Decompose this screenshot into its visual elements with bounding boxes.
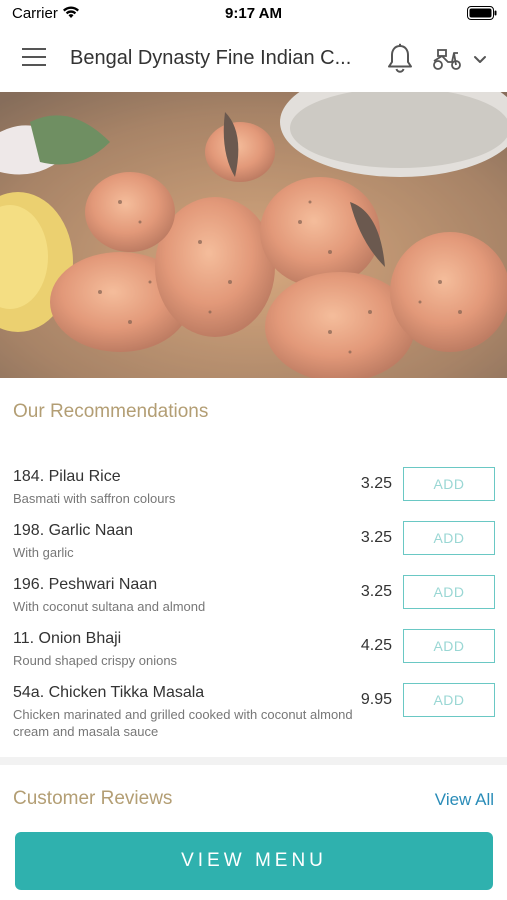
recommendations-list: 184. Pilau Rice Basmati with saffron col… [0,462,507,739]
item-name: 11. Onion Bhaji [13,630,122,647]
item-price: 4.25 [360,637,392,654]
app-screen: Carrier 9:17 AM Bengal Dynasty Fine Indi… [0,0,507,900]
battery-icon [467,6,497,25]
app-header: Bengal Dynasty Fine Indian C... [0,28,507,92]
item-name: 54a. Chicken Tikka Masala [13,684,205,701]
view-all-reviews-link[interactable]: View All [435,790,494,810]
item-name: 198. Garlic Naan [13,522,134,539]
add-button[interactable]: ADD [403,629,495,663]
add-button[interactable]: ADD [403,575,495,609]
hero-food-image [0,92,507,378]
add-button[interactable]: ADD [403,683,495,717]
item-price: 9.95 [360,691,392,708]
list-item: 11. Onion Bhaji Round shaped crispy onio… [0,624,507,678]
list-item: 196. Peshwari Naan With coconut sultana … [0,570,507,624]
item-price: 3.25 [360,529,392,546]
item-name: 184. Pilau Rice [13,468,121,485]
item-price: 3.25 [360,583,392,600]
restaurant-title: Bengal Dynasty Fine Indian C... [70,47,352,69]
item-description: With garlic [13,545,74,560]
list-item: 198. Garlic Naan With garlic 3.25 ADD [0,516,507,570]
item-description: Basmati with saffron colours [13,491,176,506]
recommendations-heading: Our Recommendations [13,401,209,422]
reviews-heading: Customer Reviews [13,788,173,809]
item-description: Chicken marinated and grilled cooked wit… [13,707,353,739]
view-menu-button[interactable]: VIEW MENU [15,832,493,890]
list-item: 54a. Chicken Tikka Masala Chicken marina… [0,678,507,739]
item-description: Round shaped crispy onions [13,653,178,668]
clock: 9:17 AM [225,5,282,22]
bell-icon[interactable] [386,43,414,75]
item-description: With coconut sultana and almond [13,599,206,614]
hamburger-icon[interactable] [22,48,48,70]
item-name: 196. Peshwari Naan [13,576,158,593]
list-item: 184. Pilau Rice Basmati with saffron col… [0,462,507,516]
scooter-icon[interactable] [432,46,462,72]
add-button[interactable]: ADD [403,467,495,501]
chevron-down-icon[interactable] [472,52,488,66]
status-bar: Carrier 9:17 AM [0,0,507,28]
section-divider [0,757,507,765]
add-button[interactable]: ADD [403,521,495,555]
item-price: 3.25 [360,475,392,492]
